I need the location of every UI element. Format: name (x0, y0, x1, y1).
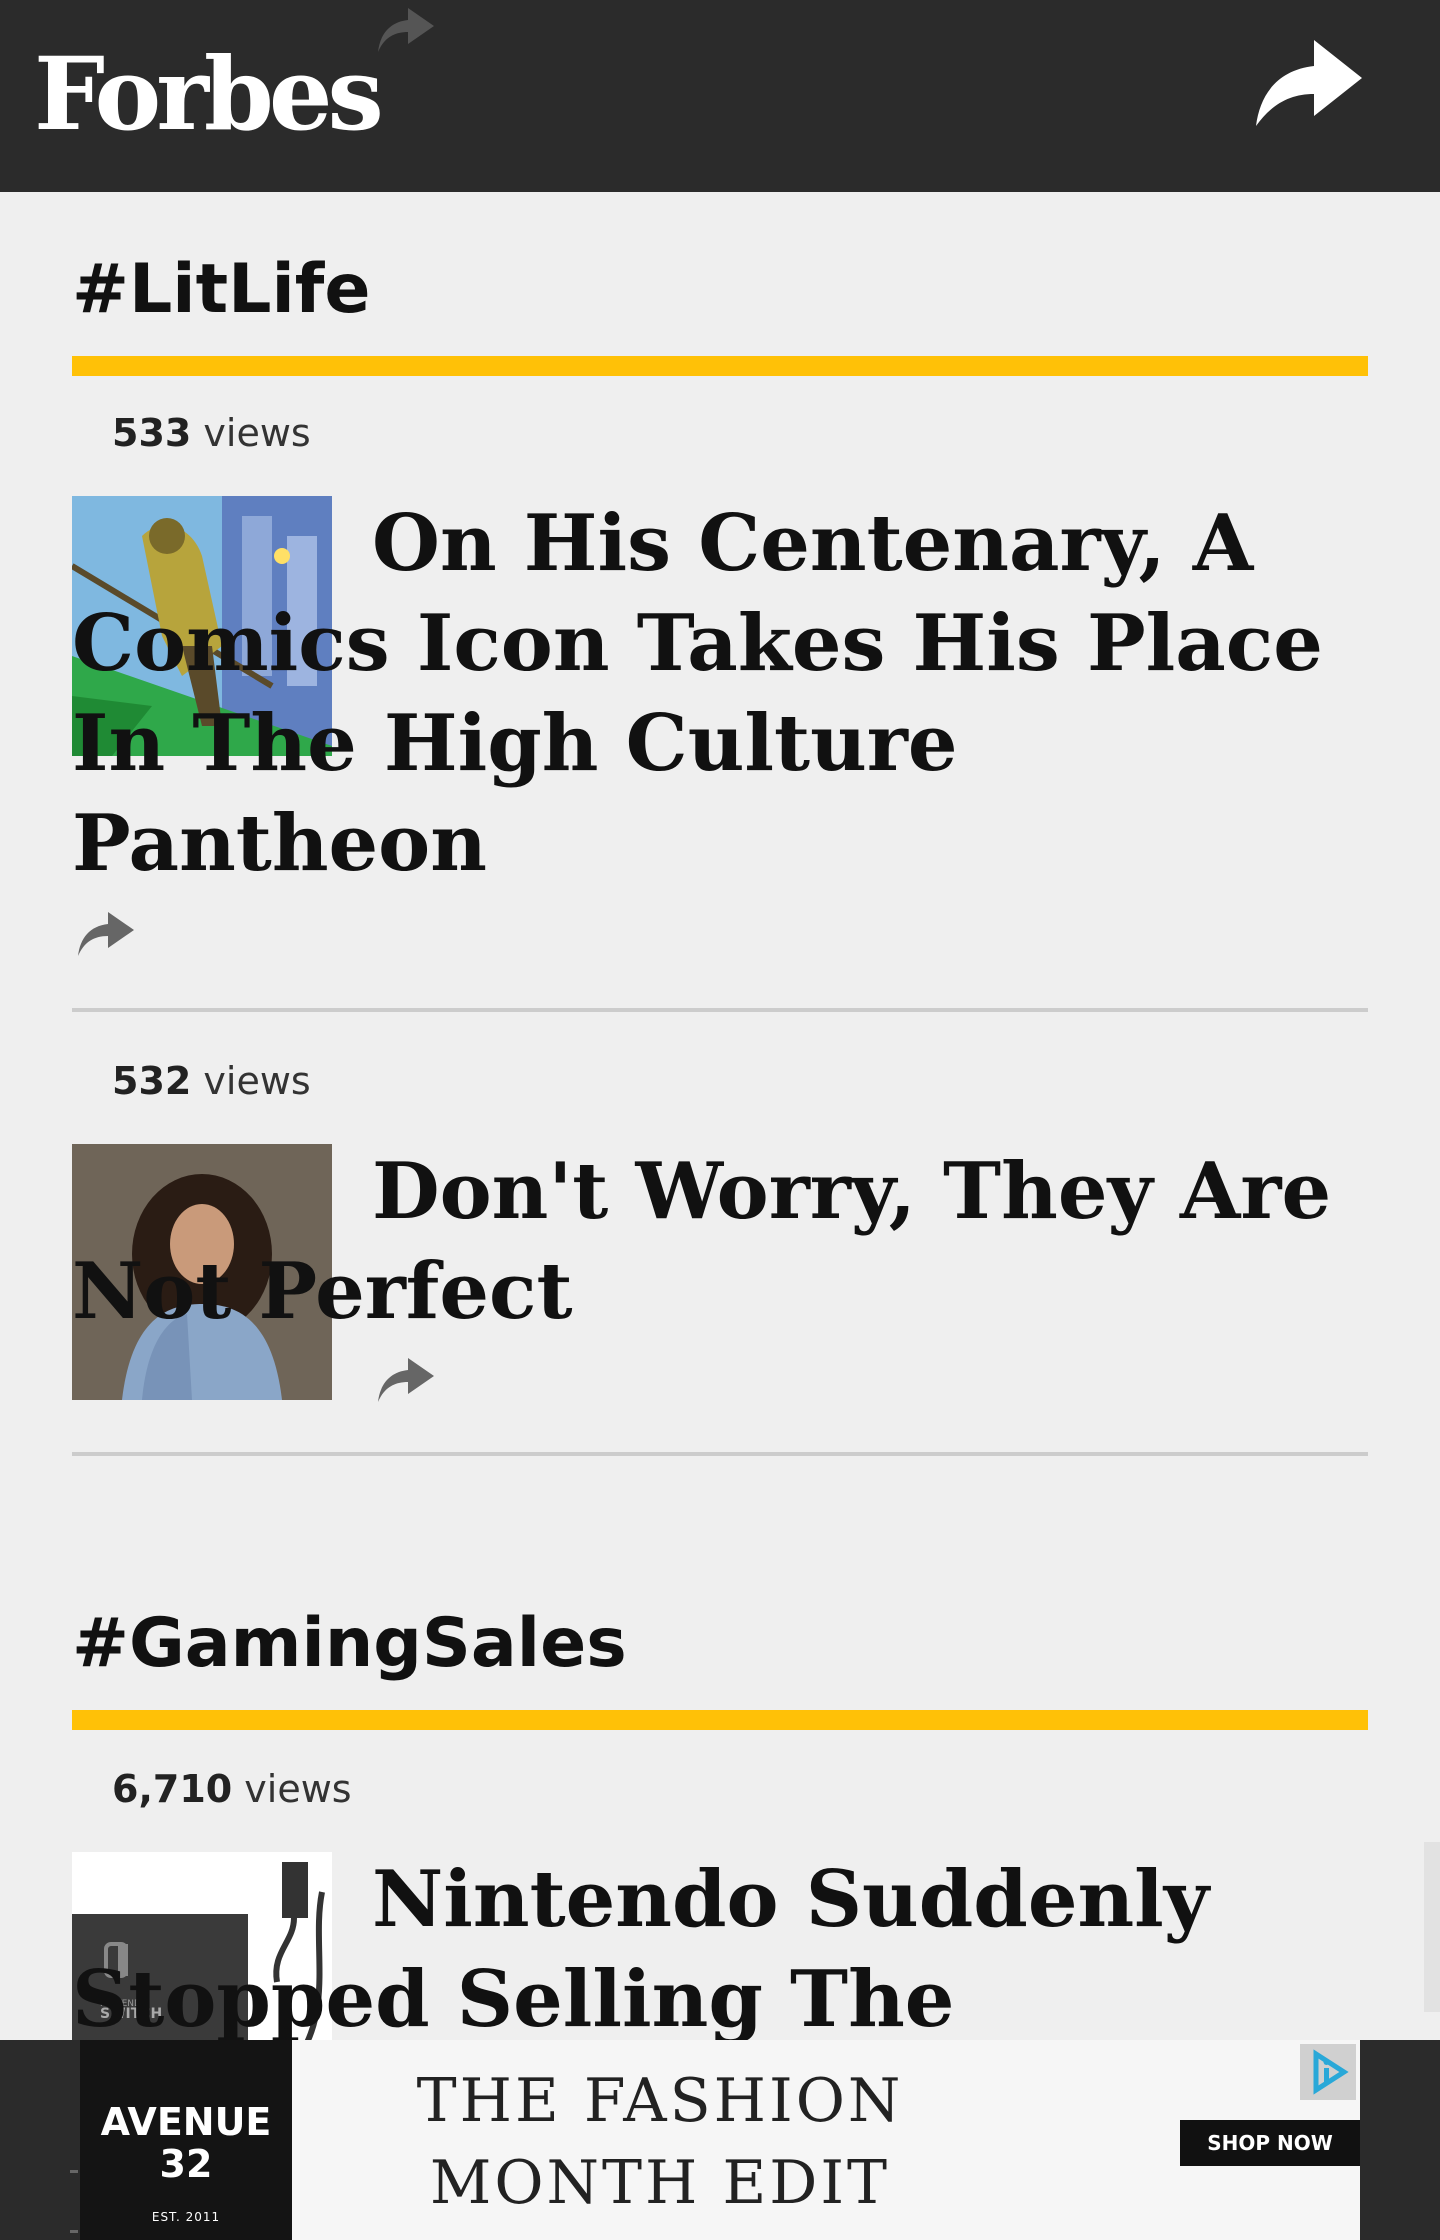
views-label: views (203, 411, 311, 455)
article-headline[interactable]: Nintendo Suddenly Stopped Selling The (72, 1850, 1368, 2050)
ad-brand-logo[interactable]: AVENUE 32 EST. 2011 (80, 2040, 292, 2240)
views-label: views (244, 1767, 352, 1811)
ad-brand-line3: EST. 2011 (151, 2210, 221, 2224)
section-accent-bar (72, 356, 1368, 376)
article-divider (72, 1008, 1368, 1012)
ad-brand-line1: AVENUE (100, 2100, 272, 2144)
ad-banner[interactable]: AVENUE 32 EST. 2011 THE FASHION MONTH ED… (0, 2040, 1440, 2240)
views-count: 6,710 (112, 1767, 233, 1811)
top-header: Forbes (0, 0, 1440, 192)
article-views: 533 views (112, 408, 311, 458)
article-headline[interactable]: On His Centenary, A Comics Icon Takes Hi… (72, 494, 1368, 894)
share-arrow-icon[interactable] (72, 904, 138, 964)
views-label: views (203, 1059, 311, 1103)
ad-choices-icon[interactable] (1300, 2044, 1356, 2100)
section-title-gamingsales[interactable]: #GamingSales (72, 1604, 627, 1684)
article-views: 532 views (112, 1056, 311, 1106)
ad-edge-marks (70, 2170, 78, 2233)
share-arrow-icon[interactable] (1252, 38, 1364, 128)
scrollbar[interactable] (1424, 1842, 1440, 2012)
ad-shop-now-button[interactable]: SHOP NOW (1180, 2120, 1360, 2166)
forbes-logo[interactable]: Forbes (34, 34, 384, 154)
share-arrow-icon[interactable] (372, 1350, 438, 1410)
ad-content[interactable]: AVENUE 32 EST. 2011 THE FASHION MONTH ED… (80, 2040, 1360, 2240)
views-count: 532 (112, 1059, 192, 1103)
ad-headline[interactable]: THE FASHION MONTH EDIT (410, 2060, 910, 2224)
share-arrow-icon[interactable] (372, 0, 438, 60)
article-divider (72, 1452, 1368, 1456)
ad-brand-line2: 32 (159, 2142, 213, 2186)
views-count: 533 (112, 411, 192, 455)
section-title-litlife[interactable]: #LitLife (72, 250, 370, 330)
article-views: 6,710 views (112, 1764, 352, 1814)
article-headline[interactable]: Don't Worry, They Are Not Perfect (72, 1142, 1368, 1342)
section-accent-bar (72, 1710, 1368, 1730)
